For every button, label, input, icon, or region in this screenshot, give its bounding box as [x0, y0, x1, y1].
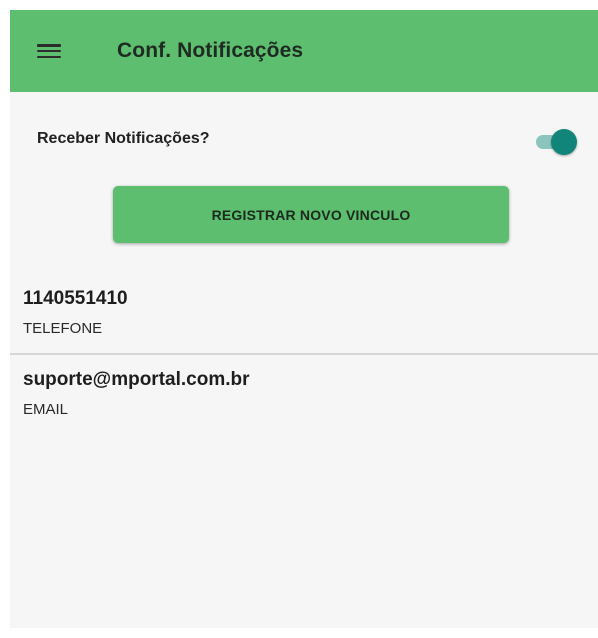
register-new-link-button[interactable]: REGISTRAR NOVO VINCULO: [113, 186, 509, 243]
toggle-thumb: [551, 129, 577, 155]
list-item[interactable]: suporte@mportal.com.br EMAIL: [10, 355, 598, 435]
menu-line-icon: [37, 44, 61, 47]
notifications-label: Receber Notificações?: [37, 130, 210, 147]
contact-value: 1140551410: [23, 288, 128, 309]
app-toolbar: Conf. Notificações: [10, 10, 598, 92]
app-screen: Conf. Notificações Receber Notificações?…: [10, 10, 598, 628]
notifications-setting-row: Receber Notificações?: [10, 92, 598, 182]
contact-type: EMAIL: [23, 401, 69, 418]
hamburger-menu-icon[interactable]: [37, 39, 67, 63]
contact-value: suporte@mportal.com.br: [23, 369, 250, 390]
menu-line-icon: [37, 49, 61, 53]
contact-list: 1140551410 TELEFONE suporte@mportal.com.…: [10, 278, 598, 435]
contact-type: TELEFONE: [23, 320, 103, 337]
page-title: Conf. Notificações: [117, 39, 304, 62]
register-button-label: REGISTRAR NOVO VINCULO: [211, 206, 411, 223]
menu-line-icon: [37, 55, 61, 58]
notifications-toggle[interactable]: [534, 129, 580, 155]
list-item[interactable]: 1140551410 TELEFONE: [10, 278, 598, 355]
